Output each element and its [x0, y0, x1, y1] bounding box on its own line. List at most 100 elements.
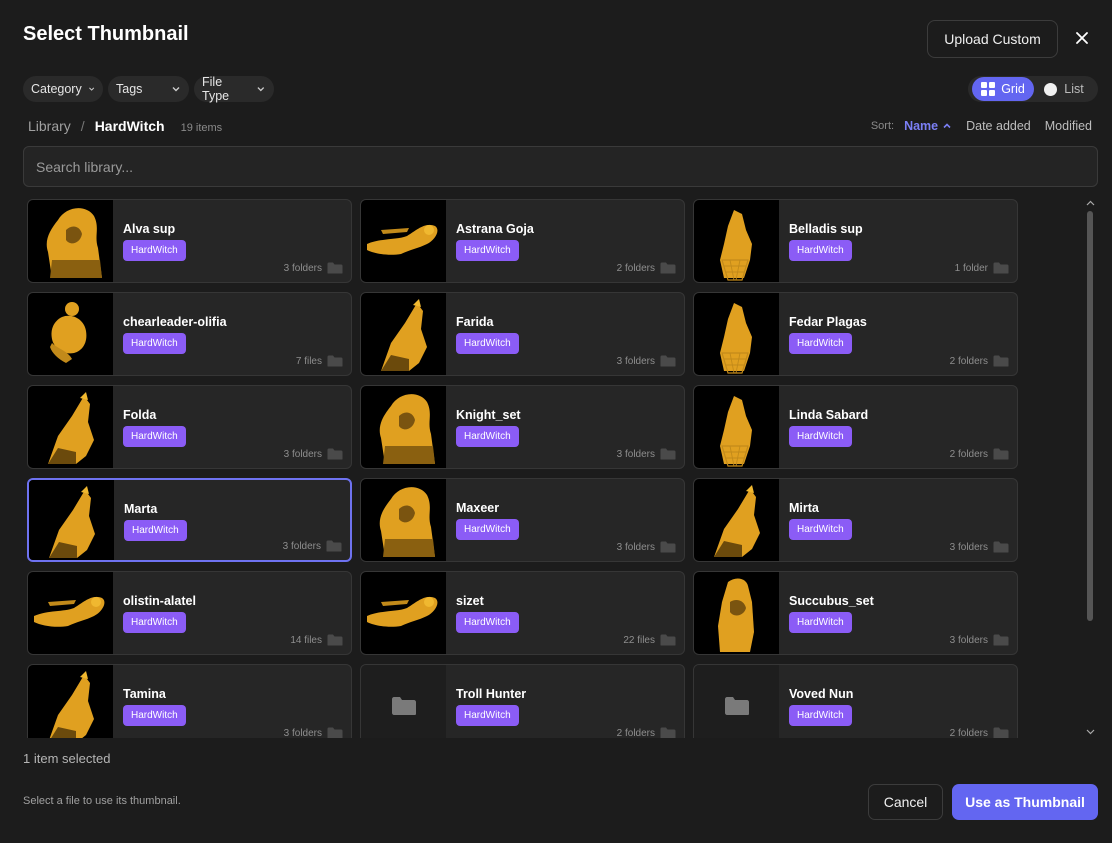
item-tag-badge[interactable]: HardWitch	[789, 333, 852, 354]
item-details: sizet HardWitch 22 files	[446, 572, 684, 654]
cancel-button[interactable]: Cancel	[868, 784, 943, 820]
item-name: Marta	[124, 502, 158, 516]
item-contents-count: 2 folders	[949, 355, 988, 367]
close-button[interactable]	[1068, 24, 1096, 52]
library-item-card[interactable]: Belladis sup HardWitch 1 folder	[693, 199, 1018, 283]
library-item-card[interactable]: Succubus_set HardWitch 3 folders	[693, 571, 1018, 655]
library-item-card[interactable]: Linda Sabard HardWitch 2 folders	[693, 385, 1018, 469]
item-thumbnail	[361, 665, 446, 738]
item-tag-badge[interactable]: HardWitch	[456, 519, 519, 540]
library-item-card[interactable]: Folda HardWitch 3 folders	[27, 385, 352, 469]
item-name: sizet	[456, 594, 484, 608]
scroll-thumb[interactable]	[1087, 211, 1093, 621]
select-thumbnail-dialog: Select Thumbnail Upload Custom Category …	[0, 0, 1112, 843]
model-preview-image	[46, 208, 102, 278]
item-thumbnail	[361, 479, 446, 561]
item-tag-badge[interactable]: HardWitch	[123, 333, 186, 354]
item-contents-count: 3 folders	[283, 448, 322, 460]
item-details: olistin-alatel HardWitch 14 files	[113, 572, 351, 654]
item-tag-badge[interactable]: HardWitch	[123, 426, 186, 447]
item-tag-badge[interactable]: HardWitch	[456, 333, 519, 354]
item-meta: 3 folders	[617, 541, 676, 553]
item-name: Astrana Goja	[456, 222, 534, 236]
upload-custom-button[interactable]: Upload Custom	[927, 20, 1058, 58]
sort-name-button[interactable]: Name	[904, 119, 952, 133]
library-item-card[interactable]: olistin-alatel HardWitch 14 files	[27, 571, 352, 655]
file-type-filter[interactable]: File Type	[194, 75, 274, 103]
library-item-card[interactable]: Marta HardWitch 3 folders	[27, 478, 352, 562]
library-item-card[interactable]: Troll Hunter HardWitch 2 folders	[360, 664, 685, 738]
model-preview-image	[720, 396, 752, 467]
item-meta: 3 folders	[284, 448, 343, 460]
sort-modified-button[interactable]: Modified	[1045, 119, 1092, 133]
item-meta: 1 folder	[955, 262, 1009, 274]
item-thumbnail	[361, 293, 446, 375]
library-item-card[interactable]: Astrana Goja HardWitch 2 folders	[360, 199, 685, 283]
item-meta: 3 folders	[617, 355, 676, 367]
category-filter[interactable]: Category	[23, 76, 103, 102]
sort-date-added-button[interactable]: Date added	[966, 119, 1031, 133]
model-preview-image	[49, 486, 95, 558]
library-item-card[interactable]: Mirta HardWitch 3 folders	[693, 478, 1018, 562]
breadcrumb-library[interactable]: Library	[28, 118, 71, 134]
folder-icon	[993, 727, 1009, 738]
item-tag-badge[interactable]: HardWitch	[123, 612, 186, 633]
item-tag-badge[interactable]: HardWitch	[789, 519, 852, 540]
folder-icon	[993, 448, 1009, 460]
view-toggle: Grid List	[968, 76, 1098, 102]
item-contents-count: 3 folders	[949, 634, 988, 646]
item-tag-badge[interactable]: HardWitch	[789, 240, 852, 261]
model-preview-image	[48, 392, 94, 464]
library-item-card[interactable]: chearleader-olifia HardWitch 7 files	[27, 292, 352, 376]
scroll-up-icon[interactable]	[1084, 197, 1096, 209]
sort-controls: Sort: Name Date added Modified	[871, 119, 1092, 133]
item-tag-badge[interactable]: HardWitch	[123, 705, 186, 726]
item-name: Alva sup	[123, 222, 176, 236]
grid-view-button[interactable]: Grid	[972, 77, 1034, 101]
item-meta: 2 folders	[950, 448, 1009, 460]
item-contents-count: 3 folders	[282, 540, 321, 552]
library-item-card[interactable]: sizet HardWitch 22 files	[360, 571, 685, 655]
scrollbar[interactable]	[1084, 197, 1096, 738]
search-input[interactable]	[24, 147, 1097, 186]
library-item-card[interactable]: Knight_set HardWitch 3 folders	[360, 385, 685, 469]
library-item-card[interactable]: Farida HardWitch 3 folders	[360, 292, 685, 376]
item-thumbnail	[28, 200, 113, 282]
item-name: Voved Nun	[789, 687, 854, 701]
folder-icon	[660, 448, 676, 460]
item-meta: 2 folders	[617, 727, 676, 738]
library-item-card[interactable]: Maxeer HardWitch 3 folders	[360, 478, 685, 562]
file-type-filter-label: File Type	[202, 75, 230, 103]
item-thumbnail	[361, 200, 446, 282]
item-tag-badge[interactable]: HardWitch	[124, 520, 187, 541]
grid-view-label: Grid	[1001, 82, 1025, 96]
library-item-card[interactable]: Alva sup HardWitch 3 folders	[27, 199, 352, 283]
folder-icon	[327, 448, 343, 460]
item-tag-badge[interactable]: HardWitch	[456, 705, 519, 726]
item-name: Farida	[456, 315, 494, 329]
scroll-down-icon[interactable]	[1084, 726, 1096, 738]
library-item-card[interactable]: Tamina HardWitch 3 folders	[27, 664, 352, 738]
item-contents-count: 3 folders	[616, 355, 655, 367]
folder-icon	[993, 541, 1009, 553]
folder-icon	[993, 355, 1009, 367]
item-meta: 2 folders	[617, 262, 676, 274]
use-as-thumbnail-button[interactable]: Use as Thumbnail	[952, 784, 1098, 820]
folder-icon	[327, 634, 343, 646]
library-item-card[interactable]: Voved Nun HardWitch 2 folders	[693, 664, 1018, 738]
item-tag-badge[interactable]: HardWitch	[789, 426, 852, 447]
item-tag-badge[interactable]: HardWitch	[456, 612, 519, 633]
item-details: Linda Sabard HardWitch 2 folders	[779, 386, 1017, 468]
model-preview-image	[379, 487, 435, 557]
item-tag-badge[interactable]: HardWitch	[456, 240, 519, 261]
tags-filter[interactable]: Tags	[108, 76, 189, 102]
model-preview-image	[720, 303, 752, 374]
item-tag-badge[interactable]: HardWitch	[123, 240, 186, 261]
folder-icon	[660, 634, 676, 646]
library-item-card[interactable]: Fedar Plagas HardWitch 2 folders	[693, 292, 1018, 376]
list-view-button[interactable]: List	[1034, 77, 1094, 101]
item-tag-badge[interactable]: HardWitch	[789, 705, 852, 726]
item-contents-count: 3 folders	[949, 541, 988, 553]
item-tag-badge[interactable]: HardWitch	[789, 612, 852, 633]
item-tag-badge[interactable]: HardWitch	[456, 426, 519, 447]
